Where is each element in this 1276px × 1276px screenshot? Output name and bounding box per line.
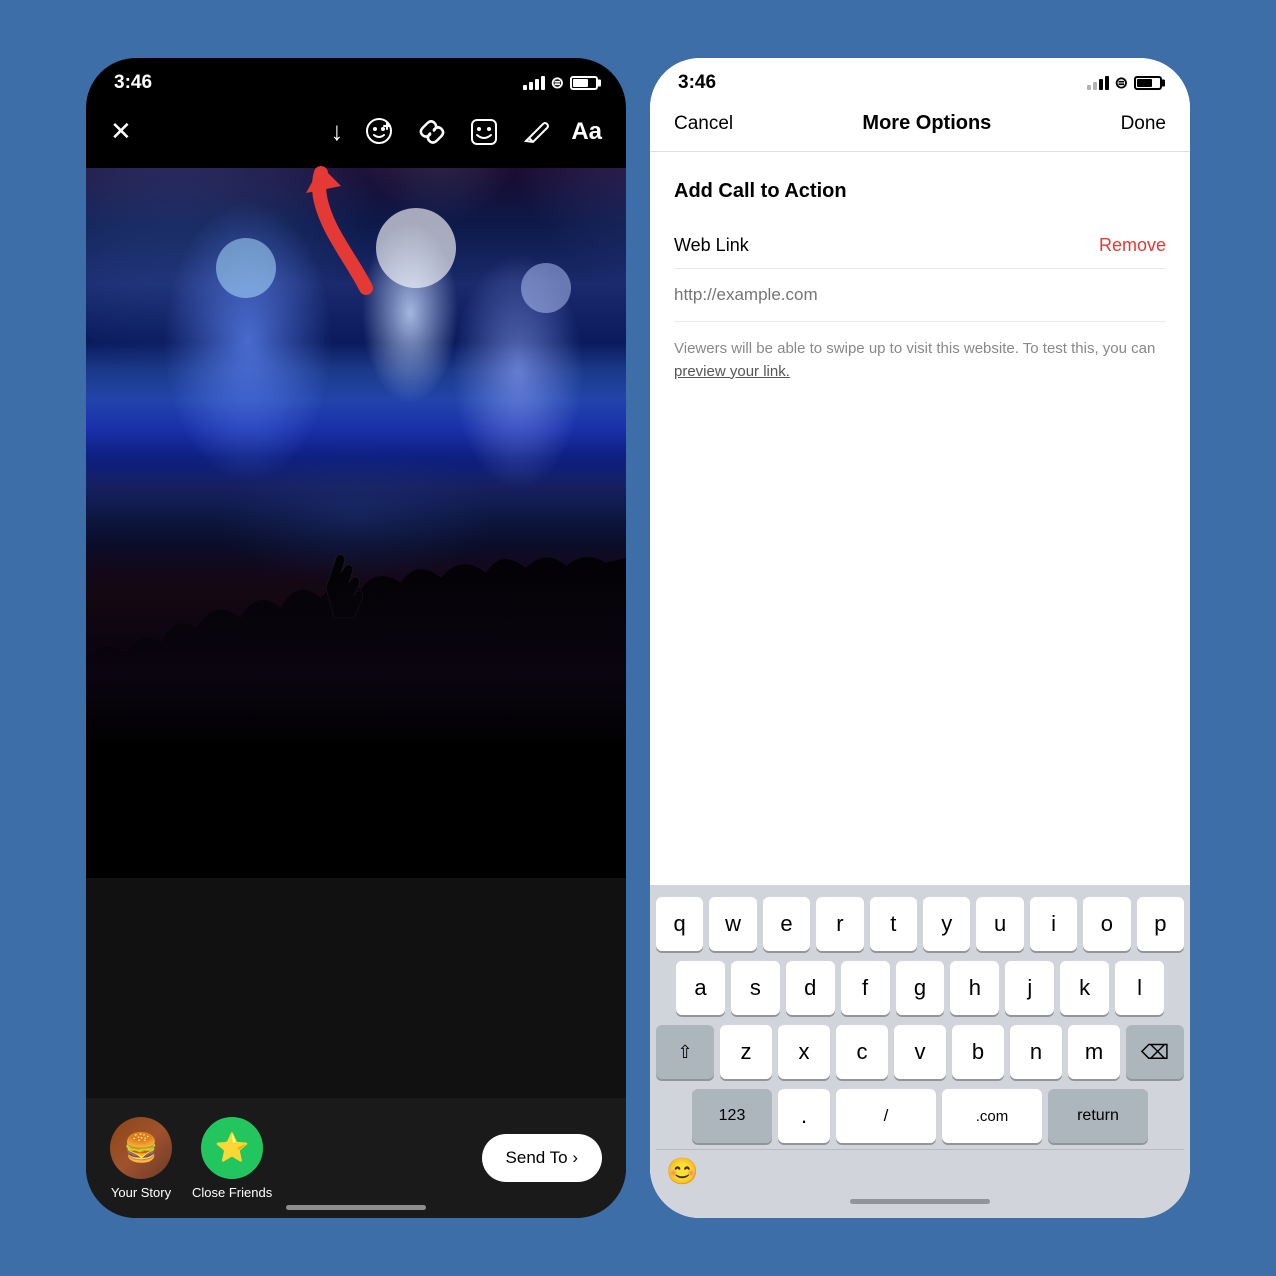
key-u[interactable]: u — [976, 897, 1023, 951]
emoji-row: 😊 — [656, 1149, 1184, 1193]
key-d[interactable]: d — [786, 961, 835, 1015]
key-123[interactable]: 123 — [692, 1089, 772, 1143]
section-title: Add Call to Action — [674, 180, 1166, 203]
link-icon[interactable] — [417, 117, 447, 147]
key-period[interactable]: . — [778, 1089, 830, 1143]
wifi-icon: ⊜ — [551, 73, 564, 93]
web-link-row: Web Link Remove — [674, 223, 1166, 269]
key-a[interactable]: a — [676, 961, 725, 1015]
right-time: 3:46 — [678, 72, 716, 94]
key-s[interactable]: s — [731, 961, 780, 1015]
navigation-bar: Cancel More Options Done — [650, 102, 1190, 152]
key-l[interactable]: l — [1115, 961, 1164, 1015]
close-button[interactable]: ✕ — [110, 116, 132, 147]
key-y[interactable]: y — [923, 897, 970, 951]
close-friends-avatar: ⭐ — [201, 1117, 263, 1179]
key-j[interactable]: j — [1005, 961, 1054, 1015]
key-m[interactable]: m — [1068, 1025, 1120, 1079]
emoji-add-icon[interactable] — [365, 117, 395, 147]
cancel-button[interactable]: Cancel — [674, 113, 733, 135]
key-p[interactable]: p — [1137, 897, 1184, 951]
key-e[interactable]: e — [763, 897, 810, 951]
bottom-dark-area — [86, 878, 626, 1098]
right-wifi-icon: ⊜ — [1115, 73, 1128, 93]
return-key[interactable]: return — [1048, 1089, 1148, 1143]
story-avatars: 🍔 Your Story ⭐ Close Friends — [110, 1117, 272, 1200]
key-q[interactable]: q — [656, 897, 703, 951]
right-battery-fill — [1137, 79, 1152, 87]
text-icon[interactable]: Aa — [571, 118, 602, 146]
nav-title: More Options — [862, 112, 991, 135]
key-g[interactable]: g — [896, 961, 945, 1015]
home-indicator — [286, 1205, 426, 1210]
emoji-button[interactable]: 😊 — [666, 1156, 698, 1187]
key-f[interactable]: f — [841, 961, 890, 1015]
right-battery-icon — [1134, 76, 1162, 90]
draw-icon[interactable] — [521, 118, 549, 146]
key-k[interactable]: k — [1060, 961, 1109, 1015]
toolbar-icons: ↓ — [330, 116, 602, 147]
left-time: 3:46 — [114, 72, 152, 94]
preview-link[interactable]: preview your link. — [674, 363, 790, 380]
key-t[interactable]: t — [870, 897, 917, 951]
remove-button[interactable]: Remove — [1099, 235, 1166, 256]
web-link-label: Web Link — [674, 235, 749, 256]
left-status-bar: 3:46 ⊜ — [86, 58, 626, 102]
battery-icon — [570, 76, 598, 90]
right-status-bar: 3:46 ⊜ — [650, 58, 1190, 102]
keyboard-row-1: q w e r t y u i o p — [656, 897, 1184, 951]
key-h[interactable]: h — [950, 961, 999, 1015]
download-icon[interactable]: ↓ — [330, 116, 343, 147]
story-toolbar: ✕ ↓ — [86, 106, 626, 157]
right-home-indicator — [850, 1199, 990, 1204]
done-button[interactable]: Done — [1121, 113, 1166, 135]
key-z[interactable]: z — [720, 1025, 772, 1079]
your-story-avatar: 🍔 — [110, 1117, 172, 1179]
key-space[interactable]: / — [836, 1089, 936, 1143]
key-w[interactable]: w — [709, 897, 756, 951]
key-i[interactable]: i — [1030, 897, 1077, 951]
url-input[interactable] — [674, 269, 1166, 322]
your-story-item[interactable]: 🍔 Your Story — [110, 1117, 172, 1200]
key-c[interactable]: c — [836, 1025, 888, 1079]
keyboard-row-3: ⇧ z x c v b n m ⌫ — [656, 1025, 1184, 1079]
bottom-bar: 🍔 Your Story ⭐ Close Friends Send To › — [86, 1098, 626, 1218]
signal-icon — [523, 76, 545, 90]
close-friends-item[interactable]: ⭐ Close Friends — [192, 1117, 272, 1200]
keyboard-row-4: 123 . / .com return — [656, 1089, 1184, 1143]
hint-text: Viewers will be able to swipe up to visi… — [674, 338, 1166, 383]
key-o[interactable]: o — [1083, 897, 1130, 951]
red-arrow-annotation — [286, 158, 406, 298]
your-story-label: Your Story — [111, 1185, 171, 1200]
right-status-icons: ⊜ — [1087, 73, 1162, 93]
key-v[interactable]: v — [894, 1025, 946, 1079]
key-dotcom[interactable]: .com — [942, 1089, 1042, 1143]
left-phone: 3:46 ⊜ ✕ ↓ — [86, 58, 626, 1218]
battery-fill — [573, 79, 588, 87]
right-phone: 3:46 ⊜ Cancel More Options Done Add Call… — [650, 58, 1190, 1218]
keyboard-row-2: a s d f g h j k l — [656, 961, 1184, 1015]
backspace-key[interactable]: ⌫ — [1126, 1025, 1184, 1079]
key-b[interactable]: b — [952, 1025, 1004, 1079]
right-signal-icon — [1087, 76, 1109, 90]
send-to-button[interactable]: Send To › — [482, 1134, 602, 1182]
shift-key[interactable]: ⇧ — [656, 1025, 714, 1079]
sticker-icon[interactable] — [469, 117, 499, 147]
keyboard: q w e r t y u i o p a s d f g h j k l ⇧ … — [650, 885, 1190, 1218]
close-friends-label: Close Friends — [192, 1185, 272, 1200]
key-r[interactable]: r — [816, 897, 863, 951]
key-n[interactable]: n — [1010, 1025, 1062, 1079]
key-x[interactable]: x — [778, 1025, 830, 1079]
left-status-icons: ⊜ — [523, 73, 598, 93]
